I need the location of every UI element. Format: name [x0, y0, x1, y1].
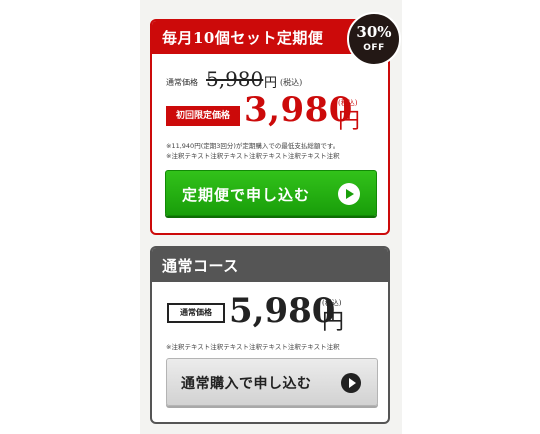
regular-price-label: 通常価格	[166, 78, 198, 87]
regular-purchase-button[interactable]: 通常購入で申し込む	[166, 358, 378, 406]
regular-price-tax: (税込)	[280, 78, 303, 87]
first-time-price-badge: 初回限定価格	[166, 106, 240, 126]
regular-course-yen: 円	[322, 310, 345, 335]
subscribe-button[interactable]: 定期便で申し込む	[165, 170, 377, 216]
regular-course-note: ※注釈テキスト注釈テキスト注釈テキスト注釈テキスト注釈	[166, 343, 340, 351]
regular-price-tag: 通常価格	[167, 303, 225, 323]
play-arrow-icon	[338, 183, 360, 205]
subscription-yen: 円	[338, 109, 361, 134]
regular-course-title: 通常コース	[162, 257, 239, 275]
regular-price-yen: 円	[264, 76, 278, 91]
regular-course-header: 通常コース	[152, 248, 388, 282]
subscription-price: 3,980	[244, 90, 353, 130]
play-arrow-icon	[341, 373, 361, 393]
regular-course-price: 5,980	[229, 291, 336, 331]
subscribe-button-label: 定期便で申し込む	[182, 186, 311, 204]
subscription-note-min-total: ※11,940円(定期3回分)が定期購入での最低支払総額です。	[166, 142, 340, 150]
discount-off-label: OFF	[363, 43, 385, 53]
discount-percent: 30%	[356, 23, 392, 41]
regular-price-strikethrough: 5,980	[206, 67, 264, 91]
discount-badge: 30% OFF	[347, 12, 401, 66]
subscription-note-annotation: ※注釈テキスト注釈テキスト注釈テキスト注釈テキスト注釈	[166, 152, 340, 160]
subscription-title: 毎月10個セット定期便	[162, 29, 324, 47]
regular-purchase-button-label: 通常購入で申し込む	[181, 376, 312, 392]
